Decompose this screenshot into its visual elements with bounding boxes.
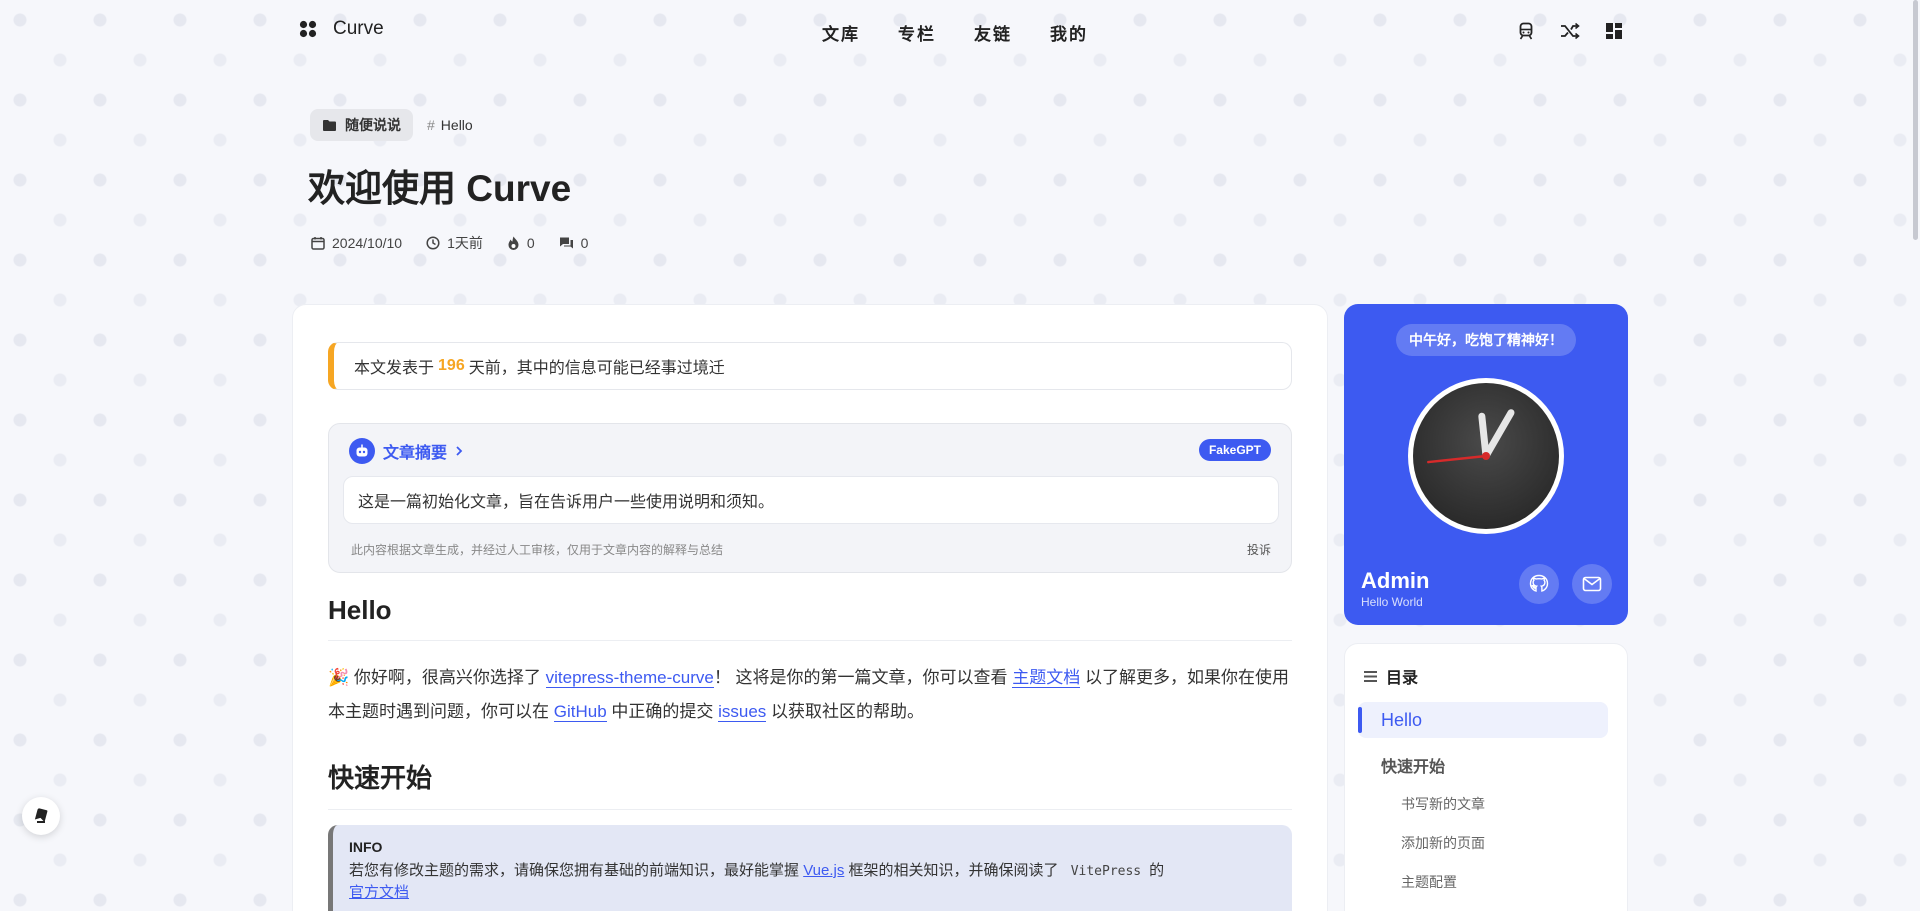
hot-count: 0 [526, 235, 535, 251]
list-icon [1363, 670, 1378, 683]
floating-action-button[interactable] [22, 797, 60, 835]
logo-icon [299, 20, 317, 38]
link-vue[interactable]: Vue.js [803, 862, 844, 879]
profile-name: Admin [1361, 568, 1430, 593]
tag-label: Hello [440, 117, 473, 133]
comment-count: 0 [580, 235, 589, 251]
info-text: 若您有修改主题的需求，请确保您拥有基础的前端知识，最好能掌握 Vue.js 框架… [349, 860, 1276, 903]
menu-item-friends[interactable]: 友链 [974, 20, 1012, 45]
post-meta: 2024/10/10 1天前 0 0 [311, 233, 588, 253]
intro-text-a: 你好啊，很高兴你选择了 [353, 668, 541, 687]
mail-icon[interactable] [1572, 564, 1612, 604]
link-theme-repo[interactable]: vitepress-theme-curve [545, 668, 714, 688]
toc-header: 目录 [1363, 664, 1418, 688]
info-text-a: 若您有修改主题的需求，请确保您拥有基础的前端知识，最好能掌握 [349, 862, 800, 879]
profile-card: 中午好，吃饱了精神好！ Admin Hello World [1344, 304, 1628, 625]
toc-card: 目录 Hello 快速开始 书写新的文章 添加新的页面 主题配置 [1344, 643, 1628, 911]
bookmark-icon [33, 807, 49, 825]
post-title: 欢迎使用 Curve [308, 168, 572, 209]
clock-widget [1408, 378, 1564, 534]
info-text-b: 框架的相关知识，并确保阅读了 [848, 862, 1059, 879]
top-nav: Curve 文库 专栏 友链 我的 [0, 0, 1920, 62]
menu-item-columns[interactable]: 专栏 [898, 20, 936, 45]
hash-icon: # [427, 117, 435, 133]
outdated-notice: 本文发表于 196 天前，其中的信息可能已经事过境迁 [328, 342, 1292, 390]
date-text: 2024/10/10 [332, 235, 403, 251]
scrollbar-thumb[interactable] [1913, 0, 1918, 240]
comment-icon [559, 236, 574, 250]
clock-hour-hand [1478, 412, 1490, 460]
party-emoji: 🎉 [328, 668, 350, 687]
toc-item-hello[interactable]: Hello [1381, 710, 1422, 731]
relative-time-text: 1天前 [447, 235, 483, 251]
ai-summary-panel: 文章摘要 FakeGPT 这是一篇初始化文章，旨在告诉用户一些使用说明和须知。 … [328, 423, 1292, 573]
meta-hot: 0 [507, 233, 535, 253]
shuffle-icon[interactable] [1558, 19, 1582, 43]
folder-icon [322, 119, 337, 132]
menu-item-library[interactable]: 文库 [822, 20, 860, 45]
info-callout: INFO 若您有修改主题的需求，请确保您拥有基础的前端知识，最好能掌握 Vue.… [328, 825, 1292, 911]
intro-text-d: 中正确的提交 [611, 702, 714, 721]
toc-active-indicator [1358, 707, 1362, 733]
link-official-docs[interactable]: 官方文档 [349, 884, 409, 901]
toc-item-theme-config[interactable]: 主题配置 [1401, 872, 1457, 892]
notice-suffix: 天前，其中的信息可能已经事过境迁 [468, 360, 725, 377]
notice-days: 196 [438, 357, 465, 374]
ai-summary-text: 这是一篇初始化文章，旨在告诉用户一些使用说明和须知。 [343, 476, 1279, 524]
intro-paragraph: 🎉 你好啊，很高兴你选择了 vitepress-theme-curve！ 这将是… [328, 661, 1292, 729]
ai-model-badge: FakeGPT [1198, 439, 1271, 461]
nav-actions [1514, 19, 1626, 43]
article-card: 本文发表于 196 天前，其中的信息可能已经事过境迁 文章摘要 FakeGPT … [292, 304, 1328, 911]
calendar-icon [311, 236, 325, 250]
toc-item-add-page[interactable]: 添加新的页面 [1401, 833, 1485, 853]
toc-item-write-post[interactable]: 书写新的文章 [1401, 794, 1485, 814]
ai-summary-header[interactable]: 文章摘要 [349, 438, 463, 464]
brand-name: Curve [333, 18, 384, 39]
ai-summary-title: 文章摘要 [383, 445, 448, 462]
meta-comments: 0 [559, 233, 589, 253]
profile-motto: Hello World [1361, 595, 1423, 609]
category-label: 随便说说 [345, 117, 401, 133]
fire-icon [507, 236, 520, 250]
main-menu: 文库 专栏 友链 我的 [822, 20, 1088, 45]
code-vitepress: VitePress [1070, 864, 1142, 879]
clock-icon [426, 236, 440, 250]
brand[interactable]: Curve [299, 18, 384, 40]
intro-text-b: ！ 这将是你的第一篇文章，你可以查看 [713, 668, 1008, 687]
dashboard-icon[interactable] [1602, 19, 1626, 43]
ai-disclaimer: 此内容根据文章生成，并经过人工审核，仅用于文章内容的解释与总结 [351, 543, 724, 557]
info-text-c: 的 [1149, 862, 1165, 879]
info-title: INFO [349, 839, 383, 855]
category-tag[interactable]: 随便说说 [310, 109, 413, 141]
menu-item-mine[interactable]: 我的 [1050, 20, 1088, 45]
link-theme-docs[interactable]: 主题文档 [1012, 668, 1081, 688]
meta-date: 2024/10/10 [311, 233, 402, 253]
intro-text-e: 以获取社区的帮助。 [771, 702, 925, 721]
report-link[interactable]: 投诉 [1247, 541, 1271, 558]
post-tags: 随便说说 # Hello [310, 109, 473, 141]
heading-quick-start: 快速开始 [328, 758, 1292, 810]
greeting-badge: 中午好，吃饱了精神好！ [1396, 324, 1576, 356]
toc-item-quick-start[interactable]: 快速开始 [1381, 753, 1445, 777]
heading-hello: Hello [328, 595, 1292, 641]
meta-updated: 1天前 [426, 233, 483, 253]
robot-icon [349, 438, 375, 464]
toc-title: 目录 [1386, 670, 1419, 687]
github-icon[interactable] [1519, 564, 1559, 604]
notice-prefix: 本文发表于 [354, 360, 435, 377]
link-github[interactable]: GitHub [553, 702, 607, 722]
chevron-right-icon [455, 445, 463, 457]
link-issues[interactable]: issues [718, 702, 767, 722]
train-icon[interactable] [1514, 19, 1538, 43]
hash-tag[interactable]: # Hello [427, 117, 473, 133]
clock-pin [1482, 452, 1490, 460]
